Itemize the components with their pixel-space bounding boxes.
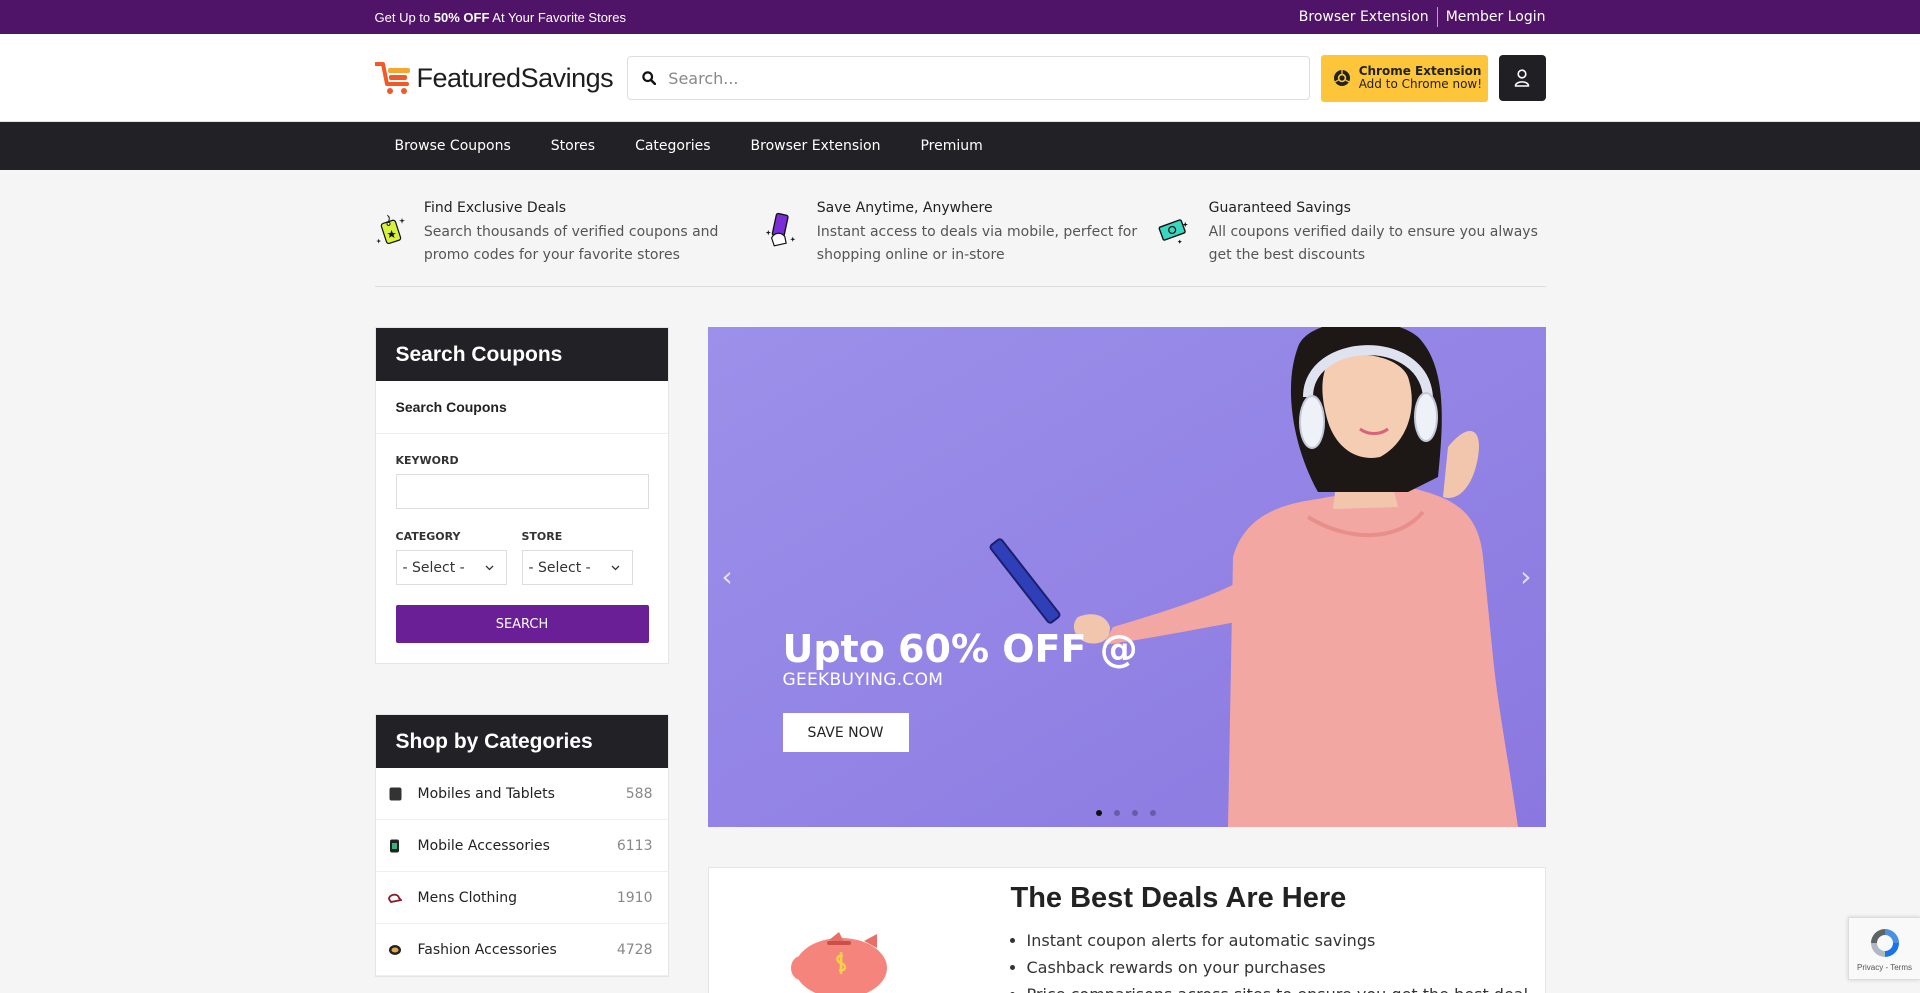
category-name: Mobile Accessories bbox=[417, 837, 550, 854]
best-deals-panel: The Best Deals Are Here Instant coupon a… bbox=[707, 867, 1546, 993]
main-column: Upto 60% OFF @ GEEKBUYING.COM SAVE NOW ‹… bbox=[707, 327, 1546, 993]
feature-desc: All coupons verified daily to ensure you… bbox=[1208, 224, 1538, 263]
categories-heading: Shop by Categories bbox=[375, 715, 668, 768]
search-submit-button[interactable]: SEARCH bbox=[395, 605, 649, 643]
recaptcha-text: Privacy - Terms bbox=[1857, 963, 1912, 972]
deals-illustration bbox=[709, 868, 1011, 993]
accessory-icon bbox=[388, 942, 403, 957]
promo-suffix: At Your Favorite Stores bbox=[492, 9, 626, 25]
carousel-dots bbox=[1095, 810, 1168, 816]
search-coupons-subheading: Search Coupons bbox=[375, 381, 668, 434]
deals-bullets: Instant coupon alerts for automatic savi… bbox=[1011, 927, 1529, 993]
store-label: STORE bbox=[521, 530, 563, 543]
chrome-button-subtitle: Add to Chrome now! bbox=[1358, 77, 1483, 91]
hero-subtitle: GEEKBUYING.COM bbox=[782, 670, 944, 690]
category-item-mobile-accessories[interactable]: Mobile Accessories 6113 bbox=[375, 820, 668, 872]
chevron-down-icon bbox=[611, 565, 619, 570]
categories-box: Shop by Categories Mobiles and Tablets 5… bbox=[374, 714, 669, 977]
user-icon bbox=[1514, 69, 1530, 87]
carousel-dot[interactable] bbox=[1149, 810, 1156, 816]
top-promo-bar: Get Up to 50% OFF At Your Favorite Store… bbox=[0, 0, 1920, 34]
category-name: Fashion Accessories bbox=[417, 941, 557, 958]
top-links: Browser Extension Member Login bbox=[1299, 7, 1546, 27]
nav-categories[interactable]: Categories bbox=[615, 138, 730, 154]
category-count: 4728 bbox=[616, 941, 653, 958]
carousel-prev-icon[interactable]: ‹ bbox=[722, 560, 733, 593]
cart-logo-icon bbox=[374, 62, 410, 94]
store-select[interactable]: - Select - bbox=[521, 550, 633, 585]
feature-guaranteed-savings: Guaranteed Savings All coupons verified … bbox=[1155, 200, 1545, 286]
chrome-icon bbox=[1333, 70, 1350, 86]
hero-banner-image bbox=[707, 327, 1546, 827]
hero-carousel[interactable]: Upto 60% OFF @ GEEKBUYING.COM SAVE NOW ‹… bbox=[707, 327, 1546, 827]
nav-browse-coupons[interactable]: Browse Coupons bbox=[375, 138, 531, 154]
category-item-mobiles-tablets[interactable]: Mobiles and Tablets 588 bbox=[375, 768, 668, 820]
browser-extension-link[interactable]: Browser Extension bbox=[1299, 9, 1429, 25]
feature-desc: Search thousands of verified coupons and… bbox=[423, 224, 719, 263]
money-bill-icon bbox=[1158, 219, 1189, 244]
carousel-dot[interactable] bbox=[1131, 810, 1138, 816]
feature-exclusive-deals: Find Exclusive Deals Search thousands of… bbox=[375, 200, 765, 286]
feature-title: Guaranteed Savings bbox=[1208, 200, 1351, 216]
feature-desc: Instant access to deals via mobile, perf… bbox=[816, 224, 1138, 263]
main-nav: Browse Coupons Stores Categories Browser… bbox=[0, 122, 1920, 170]
category-count: 1910 bbox=[616, 889, 653, 906]
member-login-link[interactable]: Member Login bbox=[1446, 9, 1546, 25]
category-item-fashion-accessories[interactable]: Fashion Accessories 4728 bbox=[375, 924, 668, 976]
category-item-mens-clothing[interactable]: Mens Clothing 1910 bbox=[375, 872, 668, 924]
divider bbox=[1436, 7, 1438, 27]
mobile-phone-icon bbox=[765, 212, 796, 247]
feature-title: Save Anytime, Anywhere bbox=[816, 200, 993, 216]
carousel-dot[interactable] bbox=[1095, 810, 1102, 816]
deals-title: The Best Deals Are Here bbox=[1010, 882, 1347, 914]
search-coupons-heading: Search Coupons bbox=[375, 328, 668, 381]
category-select[interactable]: - Select - bbox=[395, 550, 507, 585]
category-count: 6113 bbox=[616, 837, 653, 854]
deals-bullet: Cashback rewards on your purchases bbox=[1027, 954, 1529, 981]
tablet-icon bbox=[388, 786, 403, 801]
promo-bold: 50% OFF bbox=[433, 9, 490, 25]
keyword-input[interactable] bbox=[395, 474, 649, 509]
keyword-label: KEYWORD bbox=[395, 454, 459, 467]
piggy-bank-icon bbox=[790, 932, 887, 993]
carousel-next-icon[interactable]: › bbox=[1520, 560, 1531, 593]
features-row: Find Exclusive Deals Search thousands of… bbox=[374, 170, 1546, 287]
carousel-dot[interactable] bbox=[1113, 810, 1120, 816]
chrome-extension-button[interactable]: Chrome Extension Add to Chrome now! bbox=[1320, 54, 1488, 102]
deals-bullet: Price comparisons across sites to ensure… bbox=[1027, 981, 1529, 993]
category-select-value: - Select - bbox=[402, 559, 465, 576]
category-count: 588 bbox=[625, 785, 653, 802]
content-area: Search Coupons Search Coupons KEYWORD CA… bbox=[374, 327, 1546, 993]
site-search-bar[interactable] bbox=[627, 56, 1310, 100]
promo-prefix: Get Up to bbox=[374, 9, 431, 25]
price-tag-icon bbox=[375, 214, 405, 245]
phone-accessory-icon bbox=[388, 838, 403, 853]
coupon-search-form: KEYWORD CATEGORY - Select - STORE - Sele… bbox=[376, 434, 668, 663]
nav-premium[interactable]: Premium bbox=[900, 138, 1002, 154]
search-icon bbox=[642, 71, 657, 85]
feature-save-anytime: Save Anytime, Anywhere Instant access to… bbox=[765, 200, 1155, 286]
sidebar: Search Coupons Search Coupons KEYWORD CA… bbox=[374, 327, 669, 993]
nav-stores[interactable]: Stores bbox=[531, 138, 615, 154]
account-button[interactable] bbox=[1498, 55, 1546, 101]
chevron-down-icon bbox=[485, 565, 493, 570]
cap-icon bbox=[388, 890, 403, 905]
search-coupons-box: Search Coupons Search Coupons KEYWORD CA… bbox=[374, 327, 669, 664]
deals-bullet: Instant coupon alerts for automatic savi… bbox=[1027, 927, 1529, 954]
site-header: FeaturedSavings Chrome Extension Add to … bbox=[0, 34, 1920, 122]
site-logo[interactable]: FeaturedSavings bbox=[374, 60, 628, 96]
promo-text: Get Up to 50% OFF At Your Favorite Store… bbox=[375, 10, 626, 25]
hero-title: Upto 60% OFF @ bbox=[782, 627, 1138, 671]
category-label: CATEGORY bbox=[395, 530, 461, 543]
category-name: Mobiles and Tablets bbox=[417, 785, 555, 802]
store-select-value: - Select - bbox=[528, 559, 591, 576]
nav-browser-extension[interactable]: Browser Extension bbox=[731, 138, 901, 154]
feature-title: Find Exclusive Deals bbox=[423, 200, 567, 216]
save-now-button[interactable]: SAVE NOW bbox=[782, 713, 909, 752]
recaptcha-icon bbox=[1870, 929, 1899, 957]
site-search-input[interactable] bbox=[668, 68, 1269, 88]
logo-text: FeaturedSavings bbox=[416, 62, 614, 93]
category-name: Mens Clothing bbox=[417, 889, 518, 906]
recaptcha-badge[interactable]: Privacy - Terms bbox=[1848, 917, 1920, 980]
